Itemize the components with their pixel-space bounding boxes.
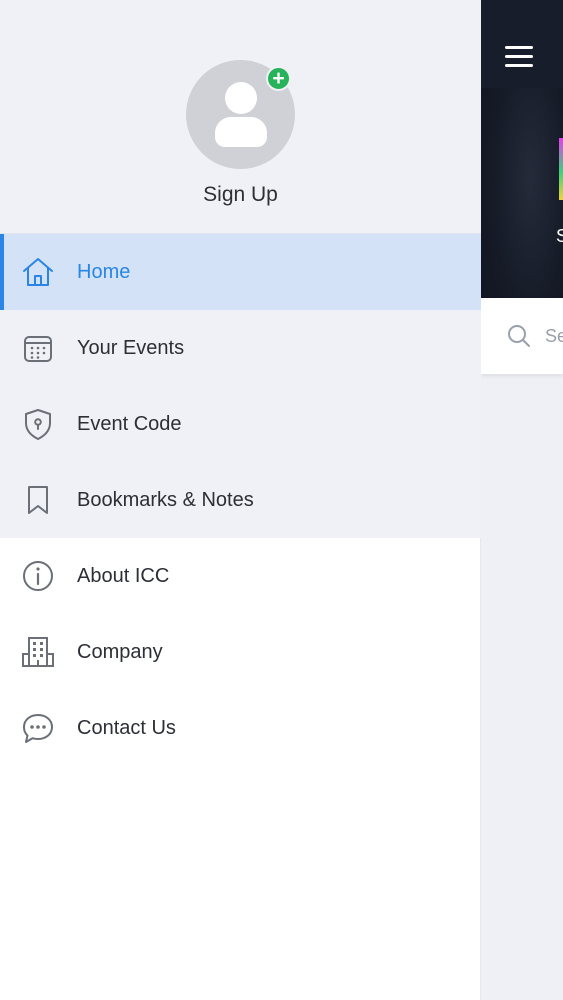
calendar-icon xyxy=(24,336,52,362)
bookmark-icon xyxy=(28,486,48,514)
menu-item-label: Your Events xyxy=(77,336,185,359)
search-bar[interactable]: Se xyxy=(481,298,563,374)
menu-item-home[interactable]: Home xyxy=(0,234,481,310)
banner-text: S xyxy=(556,226,563,246)
menu-item-label: Bookmarks & Notes xyxy=(77,488,254,511)
hamburger-icon[interactable] xyxy=(505,46,533,68)
search-icon xyxy=(508,325,530,347)
search-placeholder: Se xyxy=(545,326,563,346)
app-screen: S Se + Sign Up Home Your Events Event Co… xyxy=(0,0,563,1000)
top-bar xyxy=(481,0,563,88)
menu-item-label: Event Code xyxy=(77,412,182,435)
profile-section: + Sign Up xyxy=(0,0,481,234)
menu-item-label: About ICC xyxy=(77,564,170,587)
building-icon xyxy=(22,637,54,667)
menu-item-contact-us[interactable]: Contact Us xyxy=(0,690,481,766)
chat-bubble-icon xyxy=(23,714,53,743)
banner-artwork xyxy=(559,138,563,200)
menu-item-your-events[interactable]: Your Events xyxy=(0,310,481,386)
sign-up-link[interactable]: Sign Up xyxy=(0,183,481,207)
home-icon xyxy=(23,258,53,286)
info-icon xyxy=(23,561,53,591)
navigation-drawer: + Sign Up Home Your Events Event Code Bo… xyxy=(0,0,481,1000)
menu-item-label: Contact Us xyxy=(77,716,176,739)
menu-item-label: Company xyxy=(77,640,163,663)
menu-item-company[interactable]: Company xyxy=(0,614,481,690)
shield-icon xyxy=(25,409,51,440)
drawer-menu: Home Your Events Event Code Bookmarks & … xyxy=(0,234,481,766)
plus-circle-icon[interactable]: + xyxy=(266,66,291,91)
menu-item-label: Home xyxy=(77,260,131,283)
menu-item-bookmarks-notes[interactable]: Bookmarks & Notes xyxy=(0,462,481,538)
background-app: S Se xyxy=(481,0,563,1000)
menu-item-about-icc[interactable]: About ICC xyxy=(0,538,481,614)
menu-item-event-code[interactable]: Event Code xyxy=(0,386,481,462)
